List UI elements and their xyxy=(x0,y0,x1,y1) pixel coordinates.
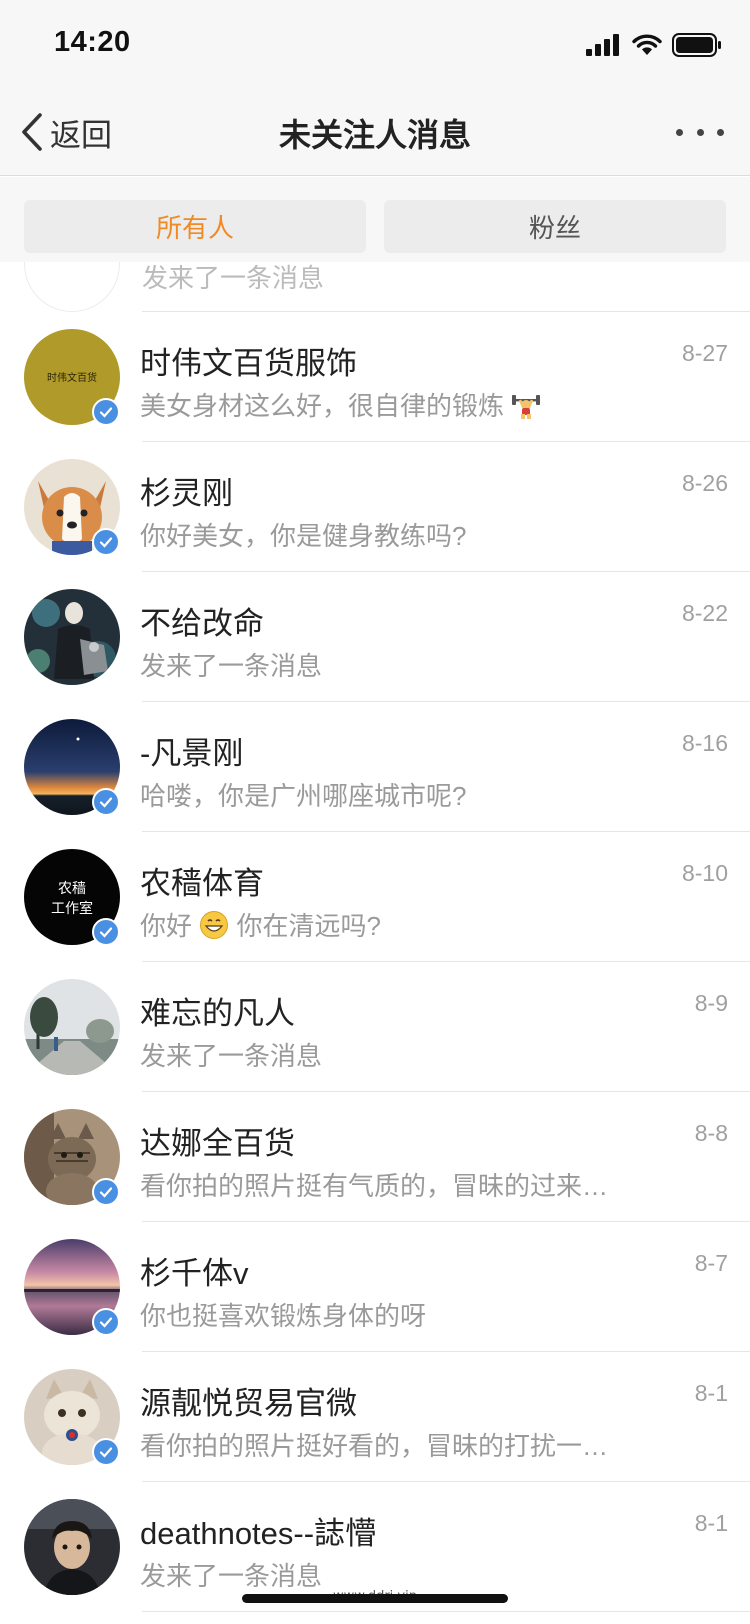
list-item[interactable]: 不给改命 发来了一条消息 8-22 xyxy=(0,572,750,702)
message-preview: 发来了一条消息 xyxy=(140,1561,323,1591)
verified-badge-icon xyxy=(92,398,120,426)
signal-icon xyxy=(586,34,619,56)
status-icons xyxy=(586,32,722,58)
home-indicator[interactable] xyxy=(242,1594,508,1603)
list-item[interactable]: 达娜全百货 看你拍的照片挺有气质的，冒昧的过来… 8-8 xyxy=(0,1092,750,1222)
page-title: 未关注人消息 xyxy=(278,117,471,153)
avatar-image xyxy=(24,979,120,1075)
avatar xyxy=(24,979,120,1075)
contact-name: 杉灵刚 xyxy=(140,476,233,511)
message-date: 8-1 xyxy=(694,1380,728,1406)
contact-name: 源靓悦贸易官微 xyxy=(140,1386,357,1421)
contact-name: 时伟文百货服饰 xyxy=(140,346,357,381)
contact-name: deathnotes--誌懵 xyxy=(140,1516,377,1551)
message-preview: 你也挺喜欢锻炼身体的呀 xyxy=(140,1301,427,1331)
message-preview: 发来了一条消息 xyxy=(142,263,325,293)
verified-badge-icon xyxy=(92,1438,120,1466)
contact-name: 难忘的凡人 xyxy=(140,996,295,1031)
list-item[interactable]: 杉千体v 你也挺喜欢锻炼身体的呀 8-7 xyxy=(0,1222,750,1352)
verified-badge-icon xyxy=(92,528,120,556)
contact-name: 达娜全百货 xyxy=(140,1126,295,1161)
avatar xyxy=(24,589,120,685)
avatar-label: 工作室 xyxy=(51,900,93,917)
message-date: 8-16 xyxy=(681,730,728,756)
avatar xyxy=(24,262,120,312)
message-preview: 发来了一条消息 xyxy=(140,651,323,681)
verified-badge-icon xyxy=(92,1178,120,1206)
grinning-face-emoji-icon xyxy=(200,911,229,939)
tab-all-label: 所有人 xyxy=(155,213,234,243)
message-preview: 美女身材这么好，很自律的锻炼 xyxy=(140,386,660,423)
message-date: 8-10 xyxy=(681,860,728,886)
list-item[interactable]: -凡景刚 哈喽，你是广州哪座城市呢? 8-16 xyxy=(0,702,750,832)
nav-bar: 返回 未关注人消息 xyxy=(0,88,750,176)
verified-badge-icon xyxy=(92,1308,120,1336)
status-time: 14:20 xyxy=(54,26,131,58)
list-item[interactable]: 难忘的凡人 发来了一条消息 8-9 xyxy=(0,962,750,1092)
message-date: 8-27 xyxy=(681,340,728,366)
list-item[interactable]: 源靓悦贸易官微 看你拍的照片挺好看的，冒昧的打扰一… 8-1 xyxy=(0,1352,750,1482)
message-date: 8-1 xyxy=(694,1510,728,1536)
message-preview: 看你拍的照片挺好看的，冒昧的打扰一… xyxy=(140,1431,609,1461)
avatar xyxy=(24,1499,120,1595)
list-item[interactable]: 时伟文百货 时伟文百货服饰 美女身材这么好，很自律的锻炼 8-27 xyxy=(0,312,750,442)
filter-tabs: 所有人 粉丝 xyxy=(0,177,750,262)
message-preview: 你好 你在清远吗? xyxy=(140,906,660,943)
tab-all[interactable]: 所有人 xyxy=(24,200,366,253)
message-date: 8-7 xyxy=(694,1250,728,1276)
contact-name: 杉千体v xyxy=(140,1256,249,1291)
message-date: 8-9 xyxy=(694,990,728,1016)
contact-name: 不给改命 xyxy=(140,606,264,641)
list-item[interactable]: 杉灵刚 你好美女，你是健身教练吗? 8-26 xyxy=(0,442,750,572)
conversation-list[interactable]: 发来了一条消息 时伟文百货 时伟文百货服饰 美女身材这么好，很自律的锻炼 8-2… xyxy=(0,262,750,1624)
more-dots-icon[interactable] xyxy=(676,118,724,146)
message-preview: 哈喽，你是广州哪座城市呢? xyxy=(140,781,467,811)
contact-name: -凡景刚 xyxy=(140,736,244,771)
list-item[interactable]: 农穑 工作室 农穑体育 你好 你在清远吗? 8-10 xyxy=(0,832,750,962)
avatar-label: 农穑 xyxy=(58,881,86,897)
avatar-label: 时伟文百货 xyxy=(47,371,97,384)
list-item-partial[interactable]: 发来了一条消息 xyxy=(24,262,750,312)
message-text: 美女身材这么好，很自律的锻炼 xyxy=(140,391,505,421)
wifi-icon xyxy=(632,34,662,55)
message-date: 8-22 xyxy=(681,600,728,626)
message-text: 你好 xyxy=(140,911,193,941)
weightlifting-emoji-icon xyxy=(512,395,541,419)
message-preview: 你好美女，你是健身教练吗? xyxy=(140,521,467,551)
message-date: 8-8 xyxy=(694,1120,728,1146)
status-bar: 14:20 xyxy=(0,0,750,88)
tab-fans[interactable]: 粉丝 xyxy=(384,200,726,253)
tab-fans-label: 粉丝 xyxy=(528,213,581,243)
contact-name: 农穑体育 xyxy=(140,866,264,901)
message-date: 8-26 xyxy=(681,470,728,496)
message-preview: 看你拍的照片挺有气质的，冒昧的过来… xyxy=(140,1171,609,1201)
verified-badge-icon xyxy=(92,788,120,816)
message-text: 你在清远吗? xyxy=(236,911,381,941)
battery-icon xyxy=(672,33,721,57)
message-preview: 发来了一条消息 xyxy=(140,1041,323,1071)
avatar-image xyxy=(24,1499,120,1595)
avatar-image xyxy=(24,589,120,685)
verified-badge-icon xyxy=(92,918,120,946)
